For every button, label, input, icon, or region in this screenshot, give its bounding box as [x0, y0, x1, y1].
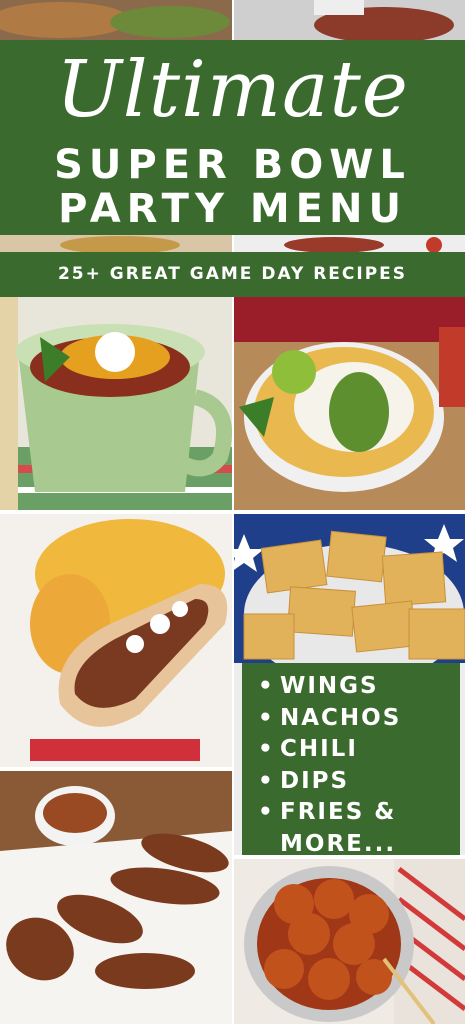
list-item: • CHILI — [258, 736, 358, 762]
title-line-1: SUPER BOWL — [54, 142, 411, 188]
title-banner: Ultimate SUPER BOWL PARTY MENU — [0, 40, 465, 235]
top-photo-left — [0, 0, 232, 40]
chili-dog-photo — [0, 514, 232, 767]
loaded-fries-photo — [234, 297, 465, 510]
title-line-2: PARTY MENU — [58, 186, 407, 232]
recipe-category-list: • WINGS • NACHOS • CHILI • DIPS • FRIES & MOR… — [242, 663, 460, 857]
chili-mug-photo — [0, 297, 232, 510]
list-item: • DIPS — [258, 767, 350, 794]
list-item: • NACHOS — [258, 704, 402, 731]
title-script: Ultimate — [56, 45, 409, 135]
crackers-photo — [234, 514, 465, 663]
wings-photo — [0, 771, 232, 1024]
subtitle-text: 25+ GREAT GAME DAY RECIPES — [57, 264, 408, 284]
list-item: MORE... — [280, 830, 397, 857]
meatballs-photo — [234, 859, 465, 1024]
top-photo-right — [234, 0, 465, 40]
list-item: • FRIES & — [258, 799, 397, 825]
strip-photo-right — [234, 235, 465, 252]
strip-photo-left — [0, 235, 232, 252]
subtitle-banner: 25+ GREAT GAME DAY RECIPES — [0, 252, 465, 297]
list-item: • WINGS — [258, 673, 379, 699]
